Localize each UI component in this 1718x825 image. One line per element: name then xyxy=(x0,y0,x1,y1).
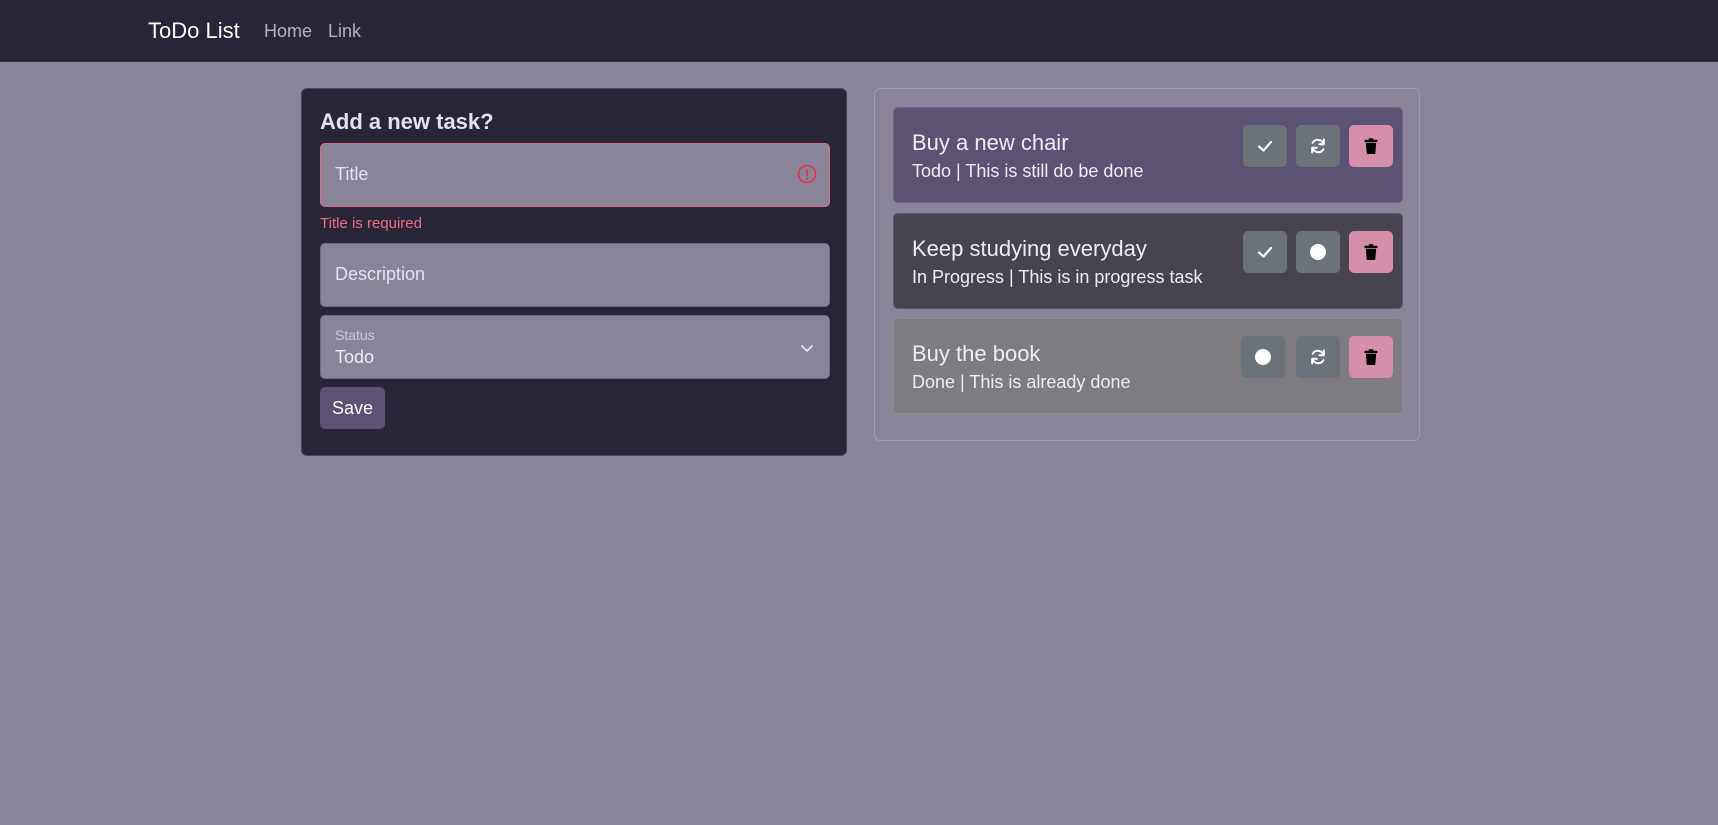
trash-icon xyxy=(1364,244,1378,260)
task-item: Keep studying everyday In Progress | Thi… xyxy=(893,213,1403,309)
trash-icon xyxy=(1364,349,1378,365)
form-heading: Add a new task? xyxy=(320,109,494,134)
status-value: Todo xyxy=(335,347,375,367)
mark-in-progress-button[interactable] xyxy=(1296,336,1340,378)
nav-link-home[interactable]: Home xyxy=(264,21,312,42)
task-title: Buy the book xyxy=(912,341,1041,366)
task-item: Buy a new chair Todo | This is still do … xyxy=(893,107,1403,203)
mark-done-button[interactable] xyxy=(1243,231,1287,273)
delete-button[interactable] xyxy=(1349,125,1393,167)
nav-link-link[interactable]: Link xyxy=(328,21,361,42)
mark-in-progress-button[interactable] xyxy=(1296,125,1340,167)
title-placeholder: Title xyxy=(335,164,369,184)
task-list: Buy a new chair Todo | This is still do … xyxy=(874,88,1420,441)
trash-icon xyxy=(1364,138,1378,154)
description-placeholder: Description xyxy=(335,264,426,284)
task-item: Buy the book Done | This is already done xyxy=(893,318,1403,414)
delete-button[interactable] xyxy=(1349,336,1393,378)
delete-button[interactable] xyxy=(1349,231,1393,273)
description-input[interactable]: Description xyxy=(320,243,830,307)
check-icon xyxy=(1257,246,1273,258)
save-button[interactable]: Save xyxy=(320,387,385,429)
navbar: ToDo List Home Link xyxy=(0,0,1718,62)
refresh-icon xyxy=(1311,349,1325,365)
title-error-message: Title is required xyxy=(320,215,422,232)
mark-done-button[interactable] xyxy=(1243,125,1287,167)
title-input[interactable]: Title xyxy=(320,143,830,207)
error-icon xyxy=(797,164,817,184)
circle-icon xyxy=(1310,244,1326,260)
check-icon xyxy=(1257,140,1273,152)
task-subtitle: Todo | This is still do be done xyxy=(912,161,1144,181)
task-title: Buy a new chair xyxy=(912,130,1069,155)
refresh-icon xyxy=(1311,138,1325,154)
add-task-form: Add a new task? Title Title is required … xyxy=(301,88,847,456)
mark-todo-button[interactable] xyxy=(1296,231,1340,273)
brand-logo[interactable]: ToDo List xyxy=(148,18,240,44)
task-subtitle: Done | This is already done xyxy=(912,372,1131,392)
chevron-down-icon xyxy=(801,345,813,352)
circle-icon xyxy=(1255,349,1271,365)
status-label: Status xyxy=(335,327,375,343)
task-title: Keep studying everyday xyxy=(912,236,1147,261)
task-subtitle: In Progress | This is in progress task xyxy=(912,267,1203,287)
mark-todo-button[interactable] xyxy=(1241,336,1285,378)
status-select[interactable]: Status Todo xyxy=(320,315,830,379)
